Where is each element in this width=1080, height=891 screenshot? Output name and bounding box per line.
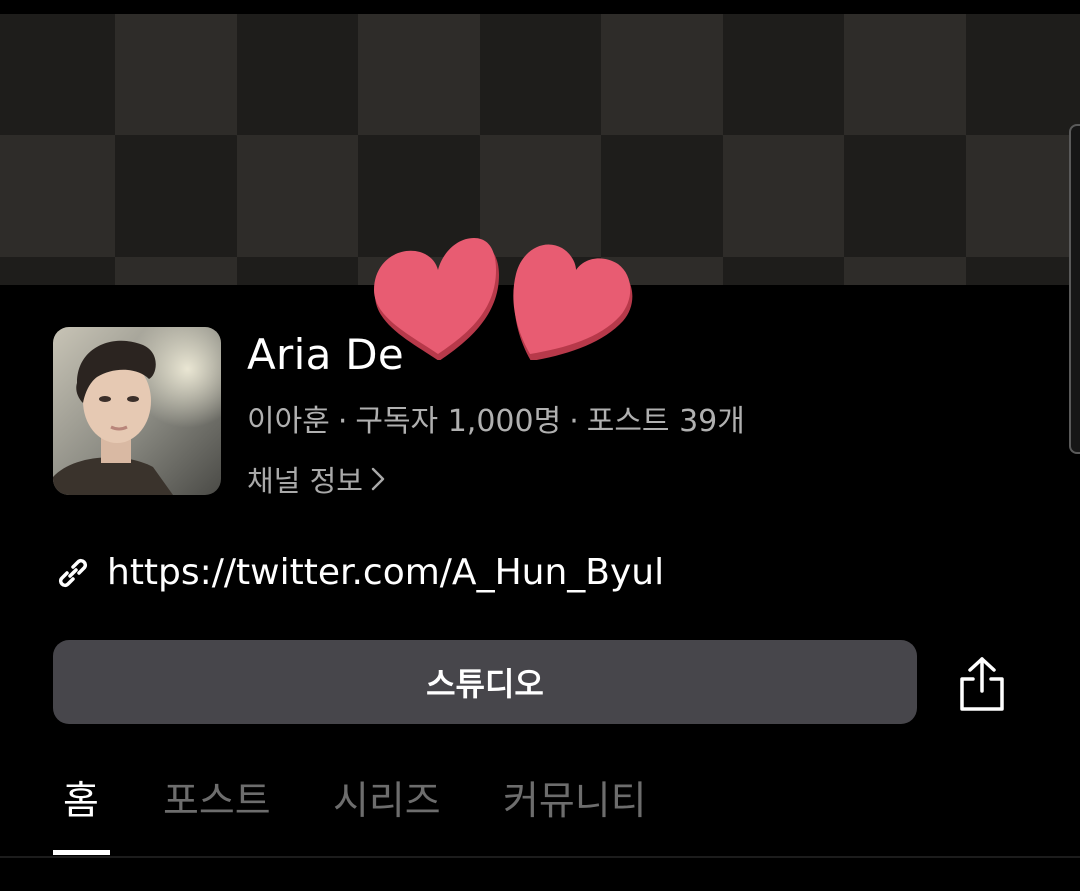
active-tab-indicator — [53, 850, 110, 855]
post-count: 포스트 39개 — [586, 404, 745, 439]
status-strip — [0, 0, 1080, 14]
share-icon — [960, 657, 1004, 711]
tab-community[interactable]: 커뮤니티 — [503, 770, 647, 826]
channel-meta: 이아훈 · 구독자 1,000명 · 포스트 39개 — [247, 396, 745, 440]
channel-info-link[interactable]: 채널 정보 — [247, 458, 385, 500]
subscriber-count: 구독자 1,000명 — [355, 404, 562, 439]
channel-tabs: 홈 포스트 시리즈 커뮤니티 — [0, 770, 1080, 856]
scroll-handle[interactable] — [1069, 124, 1080, 454]
link-url: https://twitter.com/A_Hun_Byul — [107, 552, 665, 593]
chevron-right-icon — [371, 467, 385, 491]
separator-dot: · — [337, 404, 348, 439]
tab-home[interactable]: 홈 — [63, 770, 99, 826]
external-link[interactable]: https://twitter.com/A_Hun_Byul — [53, 552, 664, 593]
avatar-image — [53, 327, 221, 495]
share-button[interactable] — [954, 654, 1010, 714]
tab-posts[interactable]: 포스트 — [163, 770, 271, 826]
channel-info-label: 채널 정보 — [247, 464, 363, 498]
tabs-divider — [0, 856, 1080, 858]
heart-icon — [513, 244, 633, 360]
heart-stickers — [374, 238, 633, 360]
avatar[interactable] — [53, 327, 221, 495]
link-icon — [58, 558, 88, 587]
channel-title: Aria De — [247, 330, 405, 379]
tab-series[interactable]: 시리즈 — [333, 770, 441, 826]
owner-name: 이아훈 — [247, 404, 330, 439]
separator-dot: · — [569, 404, 579, 439]
studio-button[interactable]: 스튜디오 — [53, 640, 917, 724]
